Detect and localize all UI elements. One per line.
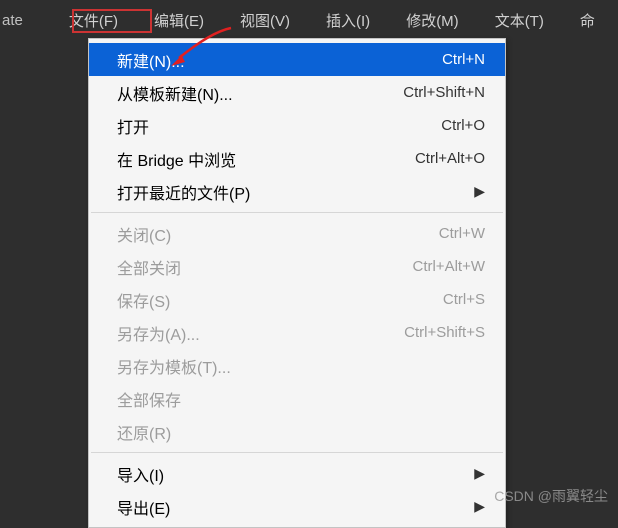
menu-item-label: 还原(R) (117, 420, 485, 444)
watermark: CSDN @雨翼轻尘 (494, 486, 608, 506)
menu-item-label: 导入(I) (117, 462, 474, 486)
menu-item-save: 保存(S) Ctrl+S (89, 283, 505, 316)
menu-item-label: 保存(S) (117, 288, 443, 312)
menu-item-save-as: 另存为(A)... Ctrl+Shift+S (89, 316, 505, 349)
menu-item-save-as-template: 另存为模板(T)... (89, 349, 505, 382)
menu-item-close-all: 全部关闭 Ctrl+Alt+W (89, 250, 505, 283)
menu-view[interactable]: 视图(V) (222, 4, 308, 37)
menu-item-shortcut: Ctrl+W (439, 225, 485, 242)
submenu-arrow-icon: ▶ (474, 498, 485, 515)
menu-separator (91, 212, 503, 213)
menu-item-label: 全部保存 (117, 387, 485, 411)
menu-modify[interactable]: 修改(M) (388, 4, 477, 37)
menu-item-label: 关闭(C) (117, 222, 439, 246)
menu-item-shortcut: Ctrl+Alt+W (412, 258, 485, 275)
menu-insert[interactable]: 插入(I) (308, 4, 388, 37)
menu-item-label: 另存为(A)... (117, 321, 404, 345)
menu-item-label: 导出(E) (117, 495, 474, 519)
menu-item-label: 从模板新建(N)... (117, 81, 403, 105)
menu-file[interactable]: 文件(F) (51, 4, 136, 37)
menu-item-shortcut: Ctrl+Shift+N (403, 84, 485, 101)
menu-item-new-from-template[interactable]: 从模板新建(N)... Ctrl+Shift+N (89, 76, 505, 109)
menu-command-fragment[interactable]: 命 (562, 4, 613, 37)
menu-item-save-all: 全部保存 (89, 382, 505, 415)
menu-item-label: 打开 (117, 114, 441, 138)
file-dropdown: 新建(N)... Ctrl+N 从模板新建(N)... Ctrl+Shift+N… (88, 38, 506, 528)
menu-item-label: 另存为模板(T)... (117, 354, 485, 378)
app-title-fragment: ate (0, 12, 23, 29)
menu-item-import[interactable]: 导入(I) ▶ (89, 457, 505, 490)
menu-item-shortcut: Ctrl+Alt+O (415, 150, 485, 167)
menu-item-open-recent[interactable]: 打开最近的文件(P) ▶ (89, 175, 505, 208)
menu-edit[interactable]: 编辑(E) (136, 4, 222, 37)
menu-item-shortcut: Ctrl+N (442, 51, 485, 68)
menu-item-label: 新建(N)... (117, 48, 442, 72)
menu-text[interactable]: 文本(T) (477, 4, 562, 37)
menu-item-close: 关闭(C) Ctrl+W (89, 217, 505, 250)
menu-separator (91, 452, 503, 453)
menu-item-label: 在 Bridge 中浏览 (117, 147, 415, 171)
menu-item-export[interactable]: 导出(E) ▶ (89, 490, 505, 523)
menu-item-browse-in-bridge[interactable]: 在 Bridge 中浏览 Ctrl+Alt+O (89, 142, 505, 175)
menu-item-shortcut: Ctrl+Shift+S (404, 324, 485, 341)
menu-item-shortcut: Ctrl+O (441, 117, 485, 134)
menu-item-shortcut: Ctrl+S (443, 291, 485, 308)
menu-item-revert: 还原(R) (89, 415, 505, 448)
menu-item-label: 打开最近的文件(P) (117, 180, 474, 204)
menu-item-open[interactable]: 打开 Ctrl+O (89, 109, 505, 142)
menu-item-label: 全部关闭 (117, 255, 412, 279)
submenu-arrow-icon: ▶ (474, 465, 485, 482)
submenu-arrow-icon: ▶ (474, 183, 485, 200)
menu-item-new[interactable]: 新建(N)... Ctrl+N (89, 43, 505, 76)
menubar: ate 文件(F) 编辑(E) 视图(V) 插入(I) 修改(M) 文本(T) … (0, 0, 618, 40)
